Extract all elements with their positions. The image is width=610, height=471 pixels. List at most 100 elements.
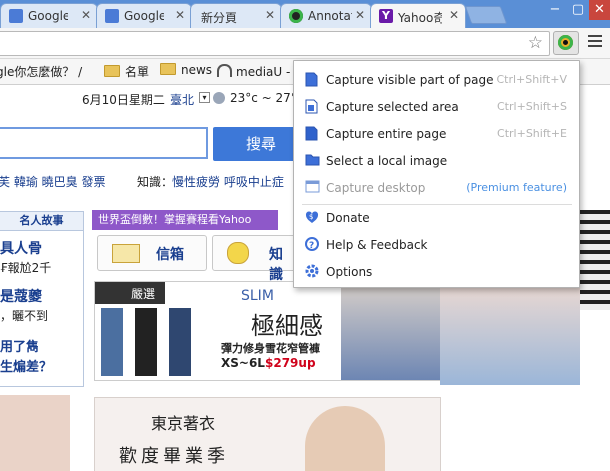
knowledge-service-label: 知識 bbox=[269, 247, 283, 283]
bookmark-item[interactable]: gle你怎麼做？ / bbox=[0, 63, 82, 80]
menu-icon[interactable] bbox=[588, 35, 602, 50]
menu-help-feedback[interactable]: ? Help & Feedback bbox=[294, 232, 579, 258]
menu-capture-entire[interactable]: Capture entire page Ctrl+Shift+E bbox=[294, 121, 579, 147]
mail-label: 信箱 bbox=[156, 247, 184, 263]
bookmark-folder-list[interactable]: 名單 bbox=[104, 63, 149, 80]
menu-select-local-image[interactable]: Select a local image bbox=[294, 148, 579, 174]
folder-icon bbox=[104, 65, 120, 77]
premium-feature-link[interactable]: (Premium feature) bbox=[466, 181, 567, 194]
envelope-icon bbox=[112, 244, 140, 263]
tab-strip: Google ✕ Google ✕ 新分頁 ✕ Annotat ✕ Y Yaho… bbox=[0, 0, 610, 28]
maximize-button[interactable]: ▢ bbox=[567, 0, 589, 20]
bookmark-label: 名單 bbox=[125, 65, 150, 79]
folder-icon bbox=[160, 63, 176, 75]
knowledge-links[interactable]: 慢性疲勞 呼吸中止症 bbox=[172, 173, 284, 190]
ad-sizes: XS~6L bbox=[221, 356, 265, 370]
minimize-button[interactable]: − bbox=[544, 0, 566, 20]
headline-link[interactable]: 生煸差？ bbox=[0, 356, 52, 375]
tab-google-2[interactable]: Google ✕ bbox=[96, 3, 192, 28]
folder-icon bbox=[305, 153, 320, 169]
tab-yahoo-active[interactable]: Y Yahoo奇 ✕ bbox=[370, 3, 466, 28]
graduation-ad[interactable]: 東京著衣 歡度畢業季 bbox=[94, 397, 441, 471]
ad2-title: 歡度畢業季 bbox=[119, 446, 229, 467]
tab-title: Annotat bbox=[308, 9, 352, 23]
toolbar: ☆ bbox=[0, 28, 610, 59]
menu-label: Capture visible part of page bbox=[326, 73, 494, 87]
awesome-screenshot-icon bbox=[289, 9, 303, 23]
mail-service-button[interactable]: 信箱 bbox=[97, 235, 207, 271]
headline-sub[interactable]: ，曬不到 bbox=[0, 307, 48, 324]
model-photo bbox=[305, 406, 385, 471]
ad-price: $279up bbox=[265, 356, 316, 370]
close-icon[interactable]: ✕ bbox=[355, 8, 365, 22]
close-icon[interactable]: ✕ bbox=[265, 8, 275, 22]
knowledge-service-button[interactable]: 知識 bbox=[212, 235, 296, 283]
page-visible-icon bbox=[305, 72, 318, 90]
ad-brand: 嚴選 bbox=[131, 287, 156, 301]
entire-page-icon bbox=[305, 126, 318, 144]
ad-title: 極細感 bbox=[251, 312, 323, 340]
menu-label: Capture selected area bbox=[326, 100, 459, 114]
weather-icon bbox=[213, 92, 225, 104]
address-bar[interactable]: ☆ bbox=[0, 31, 550, 56]
close-window-button[interactable]: ✕ bbox=[589, 0, 610, 20]
svg-text:?: ? bbox=[309, 241, 314, 251]
headline-sub[interactable]: ₣報尬2千 bbox=[0, 259, 51, 276]
menu-label: Donate bbox=[326, 211, 370, 225]
model-photo-right bbox=[440, 285, 580, 385]
screenshot-extension-menu: Capture visible part of page Ctrl+Shift+… bbox=[293, 60, 580, 288]
menu-label: Select a local image bbox=[326, 154, 448, 168]
striped-photo bbox=[578, 210, 610, 310]
knowledge-label: 知識： bbox=[137, 175, 174, 189]
awesome-screenshot-icon bbox=[558, 35, 573, 50]
tab-google-1[interactable]: Google ✕ bbox=[0, 3, 98, 28]
ad-brand-logo: 嚴選 bbox=[95, 282, 165, 304]
menu-shortcut: Ctrl+Shift+V bbox=[496, 73, 567, 86]
model-photo bbox=[341, 282, 440, 380]
star-icon[interactable]: ☆ bbox=[528, 33, 543, 53]
city-link[interactable]: 臺北 bbox=[170, 91, 194, 108]
close-icon[interactable]: ✕ bbox=[81, 8, 91, 22]
awesome-screenshot-button[interactable] bbox=[553, 31, 579, 55]
bookmark-folder-news[interactable]: news bbox=[160, 63, 212, 77]
menu-label: Capture entire page bbox=[326, 127, 447, 141]
jeans-ad[interactable]: 嚴選 SLIM 極細感 彈力修身雪花窄管褲 XS~6L $279up bbox=[94, 281, 441, 381]
help-icon: ? bbox=[305, 237, 319, 254]
svg-text:$: $ bbox=[309, 213, 313, 221]
menu-donate[interactable]: $ Donate bbox=[294, 205, 579, 231]
date-text: 6月10日星期二 bbox=[82, 93, 165, 107]
promo-banner[interactable]: 世界盃倒數！掌握賽程看Yahoo bbox=[92, 210, 278, 230]
headline-link[interactable]: 具人骨 bbox=[0, 238, 42, 258]
knowledge-icon bbox=[227, 242, 249, 264]
menu-label: Options bbox=[326, 265, 373, 279]
donate-icon: $ bbox=[305, 210, 319, 227]
menu-shortcut: Ctrl+Shift+E bbox=[497, 127, 567, 140]
close-icon[interactable]: ✕ bbox=[175, 8, 185, 22]
jeans-image bbox=[101, 308, 123, 376]
jeans-image bbox=[169, 308, 191, 376]
bookmark-label: news bbox=[181, 63, 213, 77]
headline-link[interactable]: 用了雋 bbox=[0, 336, 39, 355]
close-icon[interactable]: ✕ bbox=[449, 8, 459, 22]
model-photo-left bbox=[0, 395, 70, 471]
tab-annotate[interactable]: Annotat ✕ bbox=[280, 3, 372, 28]
menu-capture-visible[interactable]: Capture visible part of page Ctrl+Shift+… bbox=[294, 67, 579, 93]
menu-label: Capture desktop bbox=[326, 181, 426, 195]
tab-new[interactable]: 新分頁 ✕ bbox=[190, 3, 282, 28]
selected-area-icon bbox=[305, 99, 318, 117]
google-icon bbox=[9, 9, 23, 23]
gear-icon bbox=[305, 264, 319, 281]
menu-shortcut: Ctrl+Shift+S bbox=[497, 100, 567, 113]
hot-search-links[interactable]: 芙 韓瑜 曉巴臭 發票 bbox=[0, 173, 105, 190]
yahoo-icon: Y bbox=[379, 9, 393, 23]
new-tab-button[interactable] bbox=[464, 6, 508, 24]
chevron-down-icon[interactable]: ▾ bbox=[199, 92, 210, 103]
search-input[interactable] bbox=[0, 127, 208, 159]
jeans-image bbox=[135, 308, 157, 376]
menu-capture-desktop[interactable]: Capture desktop (Premium feature) bbox=[294, 175, 579, 201]
headline-link[interactable]: 是蔻夔 bbox=[0, 286, 42, 306]
tab-title: Google bbox=[28, 9, 68, 23]
menu-capture-selected[interactable]: Capture selected area Ctrl+Shift+S bbox=[294, 94, 579, 120]
panel-tab[interactable]: 名人故事 bbox=[0, 212, 83, 231]
menu-options[interactable]: Options bbox=[294, 259, 579, 285]
